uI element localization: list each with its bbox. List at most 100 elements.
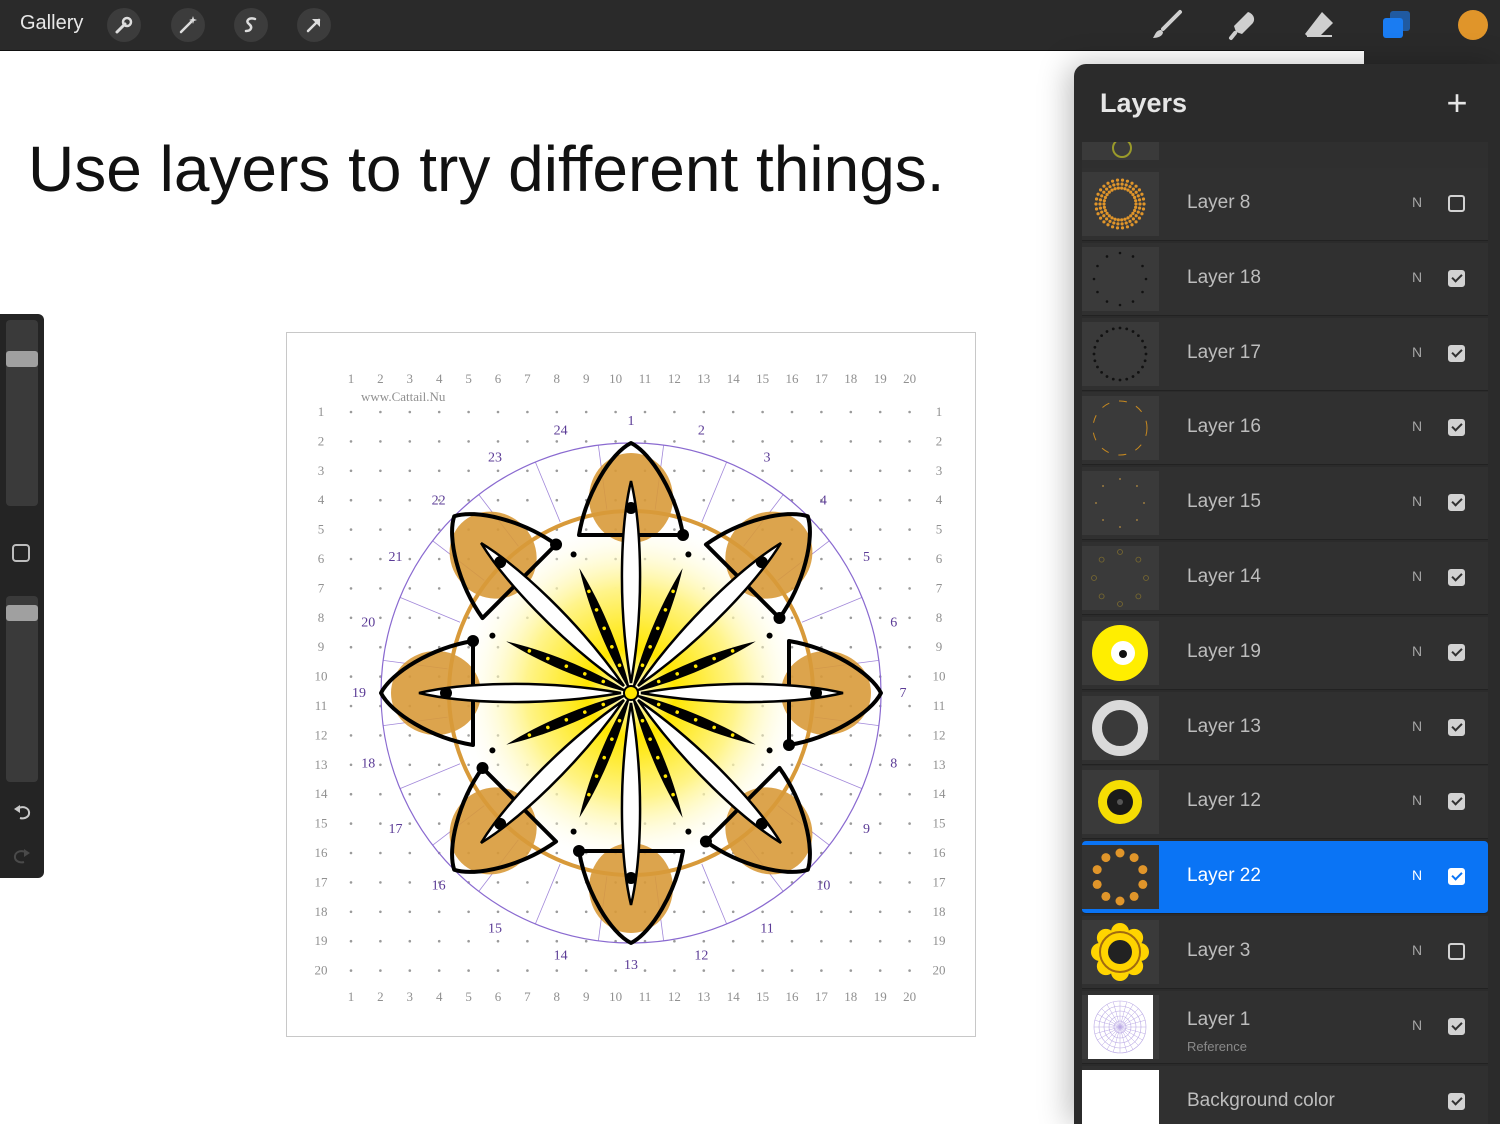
layer-visibility-checkbox[interactable]	[1448, 1092, 1465, 1110]
layer-thumbnail[interactable]	[1082, 396, 1159, 461]
layer-visibility-checkbox[interactable]	[1448, 1017, 1465, 1035]
layer-visibility-checkbox[interactable]	[1448, 195, 1465, 212]
brush-icon[interactable]	[1148, 6, 1186, 44]
ring-label: 11	[760, 922, 773, 937]
grid-dot	[702, 969, 706, 972]
layer-row[interactable]: Layer 12 N	[1082, 766, 1488, 840]
grid-dot	[408, 939, 412, 943]
gallery-button[interactable]: Gallery	[20, 12, 83, 35]
blend-mode-button[interactable]: N	[1412, 867, 1422, 883]
layer-visibility-checkbox[interactable]	[1448, 269, 1465, 287]
artwork-canvas[interactable]: 1 1 1 1 2 2 2 2 3 3 3 3 4 4 4 4 5 5 5 5 6 6 6 6 7 7 7 7 8 8 8 8 9 9 9 9 10 10…	[286, 332, 976, 1037]
ring-label: 8	[890, 756, 897, 771]
grid-label-left: 12	[315, 727, 328, 742]
grid-label-right: 7	[936, 580, 943, 595]
modify-button[interactable]	[12, 544, 30, 562]
blend-mode-button[interactable]: N	[1412, 718, 1422, 734]
grid-dot	[849, 645, 853, 649]
layer-thumbnail[interactable]	[1082, 920, 1159, 984]
layer-visibility-checkbox[interactable]	[1448, 718, 1465, 736]
grid-dot	[673, 469, 676, 473]
layer-visibility-checkbox[interactable]	[1448, 494, 1465, 512]
blend-mode-button[interactable]: N	[1412, 1017, 1422, 1033]
blend-mode-button[interactable]: N	[1412, 792, 1422, 808]
grid-dot	[790, 469, 794, 473]
ring-label: 5	[863, 550, 870, 565]
layer-row[interactable]: Layer 3 N	[1082, 916, 1488, 989]
grid-dot	[643, 410, 647, 414]
layer-row[interactable]: Layer 14 N	[1082, 542, 1488, 615]
layer-thumbnail[interactable]	[1082, 620, 1159, 685]
grid-dot	[555, 851, 559, 855]
blend-mode-button[interactable]: N	[1412, 568, 1422, 584]
layer-row[interactable]: Layer 18 N	[1082, 242, 1488, 316]
layer-row[interactable]: Layer 17 N	[1082, 317, 1488, 391]
grid-dot	[408, 528, 412, 531]
grid-dot	[408, 440, 412, 443]
grid-label-bottom: 16	[786, 989, 800, 1004]
layer-thumbnail[interactable]	[1082, 172, 1159, 236]
grid-dot	[467, 469, 470, 473]
layer-row[interactable]: Layer 16 N	[1082, 392, 1488, 466]
blend-mode-button[interactable]: N	[1412, 493, 1422, 509]
grid-dot	[379, 498, 382, 502]
grid-dot	[790, 910, 794, 914]
wrench-icon[interactable]	[107, 8, 141, 42]
partial-layer-row[interactable]	[1082, 142, 1488, 169]
layer-row[interactable]: Background color	[1082, 1065, 1488, 1124]
opacity-handle[interactable]	[6, 604, 38, 621]
layer-thumbnail[interactable]	[1082, 1069, 1159, 1124]
layer-row[interactable]: Layer 22 N	[1082, 841, 1488, 915]
grid-dot	[820, 410, 823, 414]
layer-name: Layer 1	[1187, 1008, 1251, 1030]
redo-icon[interactable]	[8, 842, 36, 870]
layer-visibility-checkbox[interactable]	[1448, 419, 1465, 437]
layer-visibility-checkbox[interactable]	[1448, 943, 1465, 960]
blend-mode-button[interactable]: N	[1412, 418, 1422, 434]
selection-icon[interactable]	[234, 8, 268, 42]
grid-dot	[643, 969, 647, 972]
undo-icon[interactable]	[8, 798, 36, 826]
layer-thumbnail[interactable]	[1082, 246, 1159, 311]
eraser-icon[interactable]	[1300, 6, 1338, 44]
layer-row[interactable]: Layer 19 N	[1082, 616, 1488, 690]
layer-row[interactable]: Layer 13 N	[1082, 691, 1488, 765]
layer-visibility-checkbox[interactable]	[1448, 344, 1465, 362]
layer-thumbnail[interactable]	[1082, 770, 1159, 835]
layer-thumbnail[interactable]	[1082, 994, 1159, 1059]
grid-dot	[673, 410, 676, 414]
grid-dot	[349, 645, 353, 649]
blend-mode-button[interactable]: N	[1412, 194, 1422, 210]
layer-thumbnail[interactable]	[1082, 546, 1159, 610]
layer-thumbnail[interactable]	[1082, 845, 1159, 910]
layer-row[interactable]: Layer 8 N	[1082, 168, 1488, 241]
layer-visibility-checkbox[interactable]	[1448, 643, 1465, 661]
transform-arrow-icon[interactable]	[297, 8, 331, 42]
color-swatch[interactable]	[1454, 6, 1492, 44]
grid-dot	[526, 939, 529, 943]
blend-mode-button[interactable]: N	[1412, 269, 1422, 285]
layer-thumbnail[interactable]	[1082, 471, 1159, 536]
grid-label-top: 6	[495, 371, 502, 386]
grid-dot	[496, 969, 500, 972]
blend-mode-button[interactable]: N	[1412, 643, 1422, 659]
layer-visibility-checkbox[interactable]	[1448, 569, 1465, 586]
blend-mode-button[interactable]: N	[1412, 344, 1422, 360]
brush-size-handle[interactable]	[6, 350, 38, 367]
smudge-icon[interactable]	[1224, 6, 1262, 44]
grid-label-left: 15	[315, 816, 328, 831]
blend-mode-button[interactable]: N	[1412, 942, 1422, 958]
opacity-slider[interactable]	[6, 596, 38, 782]
layer-visibility-checkbox[interactable]	[1448, 793, 1465, 811]
layer-visibility-checkbox[interactable]	[1448, 868, 1465, 886]
layer-row[interactable]: Layer 1 Reference N	[1082, 990, 1488, 1064]
magic-wand-icon[interactable]	[171, 8, 205, 42]
layer-thumbnail[interactable]	[1082, 321, 1159, 386]
layers-icon[interactable]	[1377, 6, 1415, 44]
brush-size-slider[interactable]	[6, 320, 38, 506]
layer-row[interactable]: Layer 15 N	[1082, 467, 1488, 541]
layer-thumbnail[interactable]	[1082, 695, 1159, 760]
add-layer-button[interactable]: +	[1440, 85, 1474, 122]
grid-dot	[761, 498, 764, 502]
grid-dot	[878, 440, 882, 443]
